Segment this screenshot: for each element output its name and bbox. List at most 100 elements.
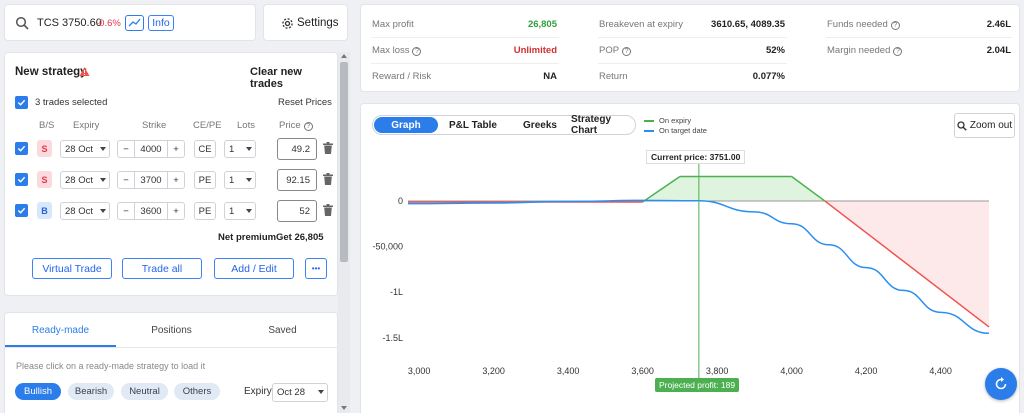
settings-button[interactable]: Settings: [263, 4, 348, 41]
strike-value[interactable]: 3700: [134, 171, 168, 189]
reset-prices-link[interactable]: Reset Prices: [278, 97, 332, 108]
trash-icon[interactable]: [323, 173, 333, 188]
x-tick-label: 4,200: [855, 366, 878, 376]
strategy-card: New strategy Clear new trades 3 trades s…: [4, 52, 338, 296]
search-icon: [15, 16, 29, 33]
scroll-down-arrow-icon[interactable]: [341, 406, 347, 410]
select-all-checkbox[interactable]: [15, 96, 28, 109]
sell-badge[interactable]: S: [37, 140, 52, 157]
ticker-bar[interactable]: TCS 3750.60 -0.6% Info: [4, 4, 256, 41]
refresh-icon: [994, 377, 1008, 391]
sell-badge[interactable]: S: [37, 171, 52, 188]
projected-profit-label: Projected profit: 189: [655, 378, 740, 392]
price-input[interactable]: 52: [277, 200, 317, 222]
max-profit-value: 26,805: [527, 19, 557, 30]
tab-positions[interactable]: Positions: [116, 323, 227, 337]
expiry-select[interactable]: 28 Oct: [60, 202, 110, 220]
trash-icon[interactable]: [323, 204, 333, 219]
header-lots: Lots: [237, 120, 255, 131]
lots-select[interactable]: 1: [224, 140, 256, 158]
more-options-button[interactable]: •••: [305, 258, 327, 279]
strike-increment-button[interactable]: +: [167, 202, 185, 220]
help-icon: ?: [303, 122, 313, 131]
strike-value[interactable]: 4000: [134, 140, 168, 158]
trend-chart-icon[interactable]: [125, 15, 144, 31]
pop-label: POP?: [599, 45, 632, 56]
x-tick-label: 4,000: [780, 366, 803, 376]
chart-card: Graph P&L Table Greeks Strategy Chart On…: [360, 103, 1020, 413]
return-label: Return: [599, 71, 628, 82]
option-type[interactable]: PE: [194, 171, 216, 189]
leg-checkbox[interactable]: [15, 204, 28, 217]
readymade-hint: Please click on a ready-made strategy to…: [16, 361, 206, 371]
net-premium-label: Net premium: [218, 232, 277, 243]
scrollbar-thumb[interactable]: [340, 62, 348, 262]
metrics-card: Max profit 26,805 Max loss? Unlimited Re…: [360, 4, 1020, 92]
trade-all-button[interactable]: Trade all: [122, 258, 202, 279]
info-button[interactable]: Info: [148, 15, 174, 31]
strike-decrement-button[interactable]: −: [117, 140, 135, 158]
x-tick-label: 3,000: [408, 366, 431, 376]
refresh-button[interactable]: [985, 368, 1017, 400]
reward-risk-value: NA: [543, 71, 557, 82]
net-premium-value: Get 26,805: [276, 232, 324, 243]
buy-badge[interactable]: B: [37, 202, 52, 219]
help-icon: ?: [622, 47, 632, 56]
breakeven-value: 3610.65, 4089.35: [711, 19, 785, 30]
x-tick-label: 3,200: [482, 366, 505, 376]
filter-others[interactable]: Others: [174, 383, 220, 400]
filter-neutral[interactable]: Neutral: [121, 383, 168, 400]
leg-checkbox[interactable]: [15, 142, 28, 155]
price-input[interactable]: 49.2: [277, 138, 317, 160]
tab-saved[interactable]: Saved: [227, 323, 338, 337]
x-tick-label: 3,600: [631, 366, 654, 376]
strike-value[interactable]: 3600: [134, 202, 168, 220]
divider: [598, 37, 787, 38]
tab-divider: [5, 347, 339, 348]
margin-needed-label: Margin needed?: [827, 45, 903, 56]
strike-decrement-button[interactable]: −: [117, 171, 135, 189]
price-input[interactable]: 92.15: [277, 169, 317, 191]
y-tick-label: -1L: [390, 287, 403, 297]
ticker-symbol: TCS 3750.60: [37, 17, 102, 29]
y-tick-label: 0: [398, 196, 403, 206]
return-value: 0.077%: [752, 71, 785, 82]
reward-risk-label: Reward / Risk: [372, 71, 432, 82]
x-tick-label: 3,400: [557, 366, 580, 376]
lots-select[interactable]: 1: [224, 171, 256, 189]
option-type[interactable]: PE: [194, 202, 216, 220]
settings-label: Settings: [297, 17, 339, 29]
tab-readymade[interactable]: Ready-made: [5, 323, 116, 337]
left-panel-scrollbar[interactable]: [338, 52, 350, 413]
filter-bearish[interactable]: Bearish: [68, 383, 114, 400]
help-icon: ?: [412, 47, 422, 56]
header-expiry: Expiry: [73, 120, 100, 131]
add-edit-button[interactable]: Add / Edit: [214, 258, 294, 279]
funds-needed-label: Funds needed?: [827, 19, 900, 30]
margin-needed-value: 2.04L: [986, 45, 1011, 56]
expiry-select[interactable]: 28 Oct: [60, 140, 110, 158]
expiry-label: Expiry: [244, 386, 272, 397]
strike-increment-button[interactable]: +: [167, 140, 185, 158]
lots-select[interactable]: 1: [224, 202, 256, 220]
option-type[interactable]: CE: [194, 140, 216, 158]
scroll-up-arrow-icon[interactable]: [341, 54, 347, 58]
header-price: Price?: [279, 120, 313, 131]
expiry-select[interactable]: 28 Oct: [60, 171, 110, 189]
filter-bullish[interactable]: Bullish: [15, 383, 61, 400]
clear-new-trades-link[interactable]: Clear new trades: [250, 66, 337, 90]
y-tick-label: -1.5L: [382, 333, 403, 343]
strike-increment-button[interactable]: +: [167, 171, 185, 189]
virtual-trade-button[interactable]: Virtual Trade: [32, 258, 112, 279]
x-tick-label: 4,400: [929, 366, 952, 376]
divider: [371, 63, 559, 64]
header-bs: B/S: [39, 120, 55, 131]
help-icon: ?: [890, 21, 900, 30]
funds-needed-value: 2.46L: [986, 19, 1011, 30]
leg-checkbox[interactable]: [15, 173, 28, 186]
max-loss-label: Max loss?: [372, 45, 422, 56]
y-tick-label: -50,000: [372, 242, 403, 252]
readymade-expiry-select[interactable]: Oct 28: [272, 383, 328, 402]
trash-icon[interactable]: [323, 142, 333, 157]
strike-decrement-button[interactable]: −: [117, 202, 135, 220]
